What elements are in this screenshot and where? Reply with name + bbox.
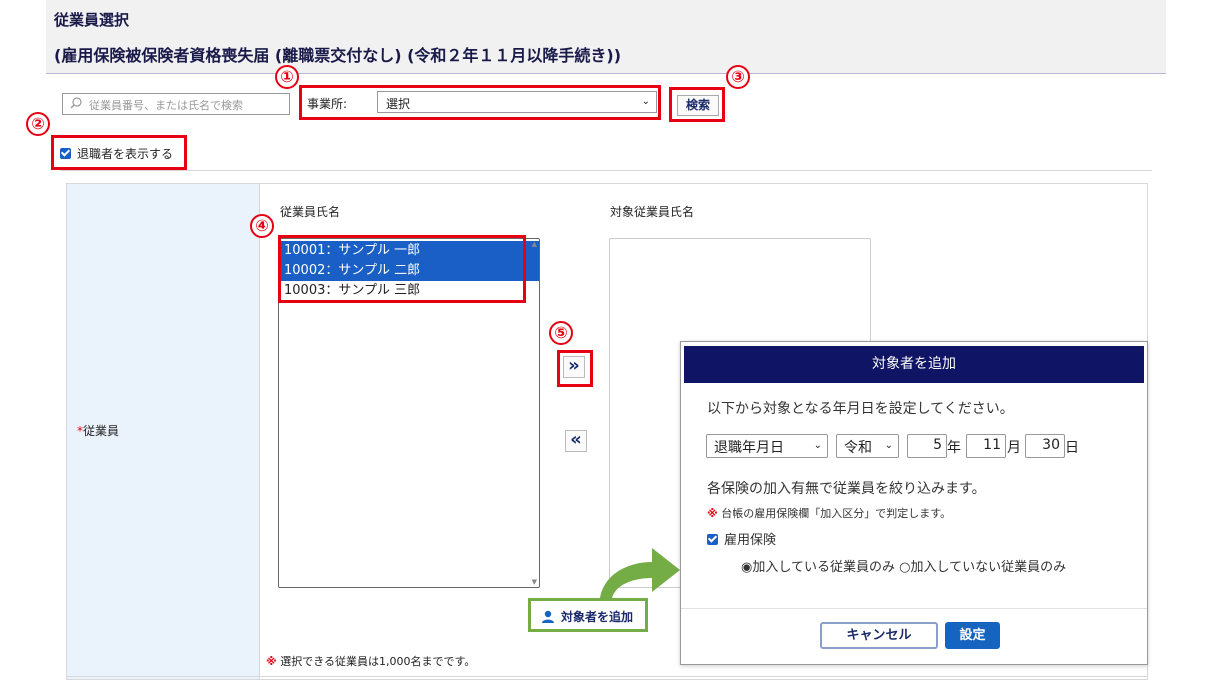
dialog-title: 対象者を追加 — [684, 346, 1144, 383]
target-list-header: 対象従業員氏名 — [610, 205, 695, 219]
search-icon — [70, 97, 82, 109]
employee-list-header: 従業員氏名 — [280, 205, 341, 219]
date-type-select[interactable]: 退職年月日 ⌄ — [706, 434, 828, 458]
add-target-button[interactable]: 対象者を追加 — [528, 598, 648, 632]
day-input[interactable]: 30 — [1025, 434, 1065, 458]
highlight-box-2 — [51, 135, 187, 170]
row-divider — [67, 676, 1147, 677]
arrow-icon — [600, 548, 680, 598]
date-type-value: 退職年月日 — [714, 440, 784, 456]
cancel-button[interactable]: キャンセル — [820, 622, 938, 649]
divider — [60, 170, 1152, 171]
page-subtitle: (雇用保険被保険者資格喪失届 (離職票交付なし) (令和２年１１月以降手続き)) — [54, 46, 622, 65]
dialog-divider — [681, 608, 1147, 609]
chevron-down-icon: ⌄ — [813, 440, 822, 451]
remove-selected-button[interactable]: « — [565, 430, 587, 452]
month-input[interactable]: 11 — [966, 434, 1006, 458]
step-marker-1: ① — [275, 65, 299, 89]
set-button[interactable]: 設定 — [945, 622, 1000, 649]
checkbox-icon — [707, 534, 718, 545]
year-input[interactable]: 5 — [907, 434, 947, 458]
page-header: 従業員選択 (雇用保険被保険者資格喪失届 (離職票交付なし) (令和２年１１月以… — [46, 0, 1166, 74]
employee-field-label: *従業員 — [77, 424, 120, 438]
era-value: 令和 — [844, 440, 872, 456]
step-marker-3: ③ — [726, 65, 750, 89]
person-icon — [542, 610, 554, 623]
filter-note: ※ 台帳の雇用保険欄「加入区分」で判定します。 — [707, 507, 952, 520]
highlight-box-3 — [669, 87, 725, 122]
limit-note: ※ 選択できる従業員は1,000名までです。 — [266, 655, 476, 668]
radio-enrolled[interactable]: ◉加入している従業員のみ — [741, 560, 895, 575]
step-marker-4: ④ — [250, 214, 274, 238]
search-placeholder: 従業員番号、または氏名で検索 — [89, 99, 243, 112]
chevron-down-icon: ⌄ — [884, 440, 893, 451]
field-label-cell: *従業員 — [67, 184, 260, 679]
page-title: 従業員選択 — [54, 11, 130, 29]
day-unit: 日 — [1065, 440, 1079, 456]
month-unit: 月 — [1007, 440, 1021, 456]
add-target-label: 対象者を追加 — [561, 610, 634, 624]
scroll-down-icon[interactable]: ▼ — [532, 578, 537, 586]
employment-insurance-label: 雇用保険 — [724, 533, 777, 548]
search-input[interactable]: 従業員番号、または氏名で検索 — [62, 93, 290, 115]
step-marker-2: ② — [26, 112, 50, 136]
radio-not-enrolled[interactable]: ○加入していない従業員のみ — [899, 560, 1066, 575]
dialog-instruction: 以下から対象となる年月日を設定してください。 — [707, 401, 1014, 417]
filter-text: 各保険の加入有無で従業員を絞り込みます。 — [707, 481, 986, 497]
highlight-box-4 — [278, 235, 526, 303]
year-unit: 年 — [947, 440, 961, 456]
step-marker-5: ⑤ — [549, 321, 573, 345]
add-target-dialog: 対象者を追加 以下から対象となる年月日を設定してください。 退職年月日 ⌄ 令和… — [680, 341, 1148, 665]
scroll-up-icon[interactable]: ▲ — [532, 240, 537, 248]
era-select[interactable]: 令和 ⌄ — [836, 434, 899, 458]
enrollment-radio-group: ◉加入している従業員のみ ○加入していない従業員のみ — [741, 556, 1066, 575]
highlight-box-5 — [557, 350, 593, 387]
highlight-box-1 — [299, 85, 661, 120]
employment-insurance-checkbox[interactable]: 雇用保険 — [707, 529, 776, 548]
